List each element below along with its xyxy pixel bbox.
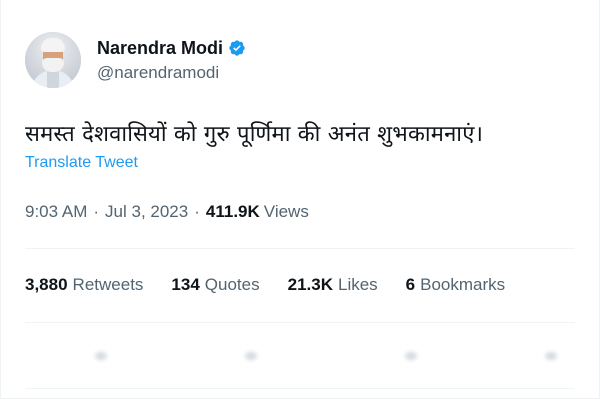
stat-label: Bookmarks — [420, 275, 506, 294]
tweet-stats: 3,880 Retweets 134 Quotes 21.3K Likes 6 Book… — [25, 275, 505, 295]
stat-label: Quotes — [204, 275, 260, 294]
divider — [25, 248, 575, 249]
translate-tweet-link[interactable]: Translate Tweet — [25, 154, 138, 172]
avatar[interactable] — [25, 32, 81, 88]
action-bar — [25, 338, 575, 374]
views-label: Views — [263, 202, 309, 221]
stat-bookmarks[interactable]: 6 Bookmarks — [406, 275, 506, 295]
views-count: 411.9K — [205, 202, 260, 221]
bookmark-icon[interactable] — [537, 342, 565, 370]
stat-quotes[interactable]: 134 Quotes — [171, 275, 259, 295]
stat-label: Retweets — [72, 275, 144, 294]
divider — [25, 322, 575, 323]
stat-count: 6 — [405, 275, 416, 294]
meta-separator: · — [93, 202, 100, 221]
stat-count: 21.3K — [287, 275, 333, 294]
stat-count: 134 — [171, 275, 200, 294]
verified-badge-icon — [229, 40, 245, 56]
like-icon[interactable] — [397, 342, 425, 370]
reply-icon[interactable] — [87, 342, 115, 370]
tweet-text: समस्त देशवासियों को गुरु पूर्णिमा की अनं… — [25, 122, 484, 147]
tweet-meta: 9:03 AM · Jul 3, 2023 · 411.9K Views — [25, 202, 309, 222]
tweet-header: Narendra Modi @narendramodi — [25, 30, 246, 90]
author-display-name[interactable]: Narendra Modi — [97, 38, 223, 59]
meta-separator: · — [194, 202, 200, 221]
tweet-time[interactable]: 9:03 AM — [25, 202, 87, 222]
stat-likes[interactable]: 21.3K Likes — [288, 275, 378, 295]
stat-count: 3,880 — [25, 275, 68, 294]
tweet-card: Narendra Modi @narendramodi समस्त देशवास… — [0, 0, 600, 399]
stat-retweets[interactable]: 3,880 Retweets — [25, 275, 143, 295]
tweet-date[interactable]: Jul 3, 2023 — [105, 202, 188, 222]
author-handle[interactable]: @narendramodi — [97, 63, 246, 83]
divider — [25, 388, 575, 389]
author-names: Narendra Modi @narendramodi — [97, 38, 246, 83]
retweet-icon[interactable] — [237, 342, 265, 370]
stat-label: Likes — [337, 275, 378, 294]
